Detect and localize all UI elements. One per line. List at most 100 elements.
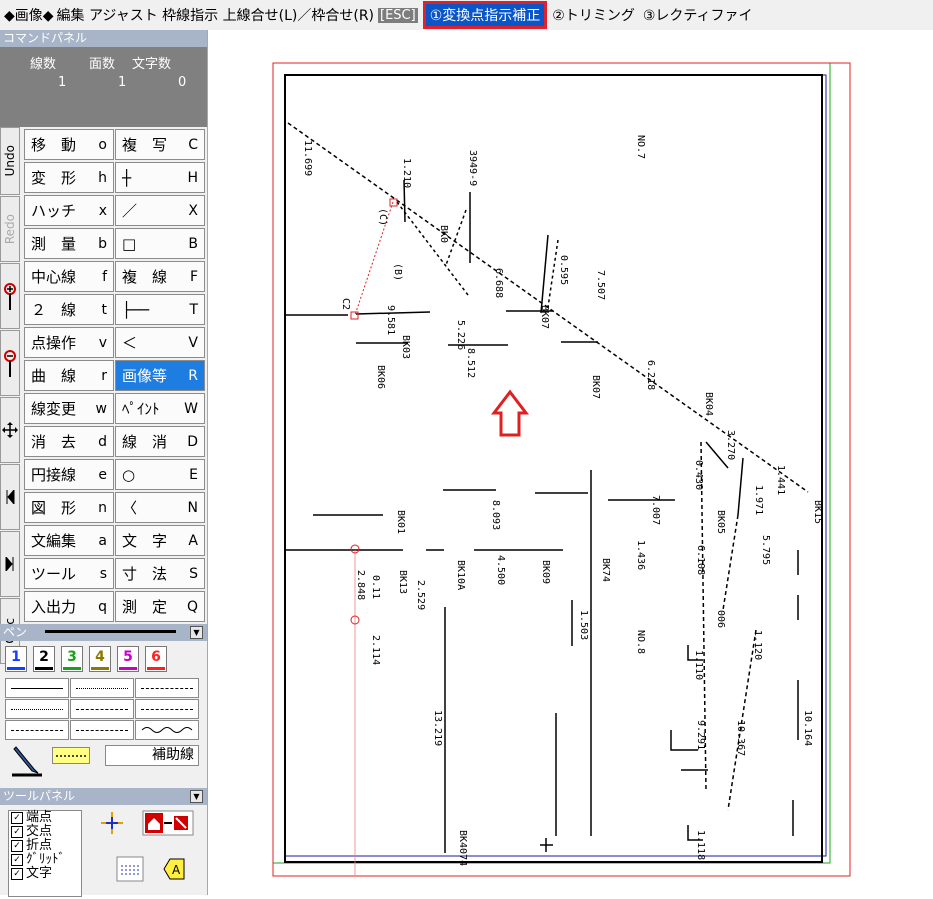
command-button[interactable]: 図 形n: [24, 492, 114, 523]
step-transform-point-correction[interactable]: ①変換点指示補正: [422, 1, 548, 29]
command-button[interactable]: 中心線 f: [24, 261, 114, 292]
pen-color-button[interactable]: 1: [5, 646, 27, 672]
command-button[interactable]: 複 写C: [115, 129, 205, 160]
command-button[interactable]: ハッチ x: [24, 195, 114, 226]
escape-button[interactable]: [ESC]: [378, 7, 418, 23]
command-label: ﾍﾟｲﾝﾄ: [122, 400, 160, 418]
command-shortcut: N: [187, 499, 198, 516]
drawing-label: 2.848: [355, 570, 366, 600]
pen-dropdown-icon[interactable]: ▼: [190, 626, 203, 639]
drawing-label: 9.581: [385, 305, 396, 335]
pen-color-button[interactable]: 2: [33, 646, 55, 672]
auxiliary-line-style-button[interactable]: [52, 747, 90, 764]
command-button[interactable]: 消 去d: [24, 426, 114, 457]
grid-icon[interactable]: [116, 856, 144, 882]
drawing-label: C2: [340, 298, 351, 310]
line-type-solid[interactable]: [5, 678, 69, 698]
command-button[interactable]: □ B: [115, 228, 205, 259]
zoom-in-tab[interactable]: [0, 263, 20, 329]
drawing-label: NO.8: [635, 630, 646, 654]
line-type-chain[interactable]: [70, 699, 134, 719]
command-button[interactable]: ├── T: [115, 294, 205, 325]
command-button[interactable]: ツール s: [24, 558, 114, 589]
text-tag-icon[interactable]: A: [160, 856, 188, 882]
pen-section: ペン ▼ 1 2 3 4 5 6 補助線: [0, 624, 207, 777]
house-convert-icon[interactable]: [142, 810, 194, 836]
command-button[interactable]: 変 形h: [24, 162, 114, 193]
zoom-out-tab[interactable]: [0, 330, 20, 396]
prev-tab[interactable]: [0, 464, 20, 530]
drawing-label: 006: [715, 610, 726, 628]
drawing-label: 1.110: [693, 650, 704, 680]
zoom-in-icon: [4, 283, 16, 310]
auxiliary-line-button[interactable]: 補助線: [105, 745, 199, 766]
crosshair-icon[interactable]: [98, 810, 126, 836]
drawing-label: 0.595: [558, 255, 569, 285]
command-button[interactable]: 曲 線r: [24, 360, 114, 391]
pen-color-button[interactable]: 4: [89, 646, 111, 672]
snap-checkbox[interactable]: ✓ 交点: [9, 825, 81, 839]
drawing-label: 10.367: [735, 720, 746, 756]
line-type-long-chain[interactable]: [70, 720, 134, 740]
step-rectify[interactable]: ③レクティファイ: [643, 5, 753, 25]
drawing-label: 13.219: [432, 710, 443, 746]
drawing-label: 5.795: [760, 535, 771, 565]
command-button[interactable]: 線変更 w: [24, 393, 114, 424]
line-type-fine-dash[interactable]: [5, 699, 69, 719]
mode-instructions: 編集 アジャスト 枠線指示 上線合せ(L)／枠合せ(R): [56, 8, 375, 24]
drawing-label: BK05: [715, 510, 726, 534]
zoom-out-icon: [4, 350, 16, 377]
pan-tab[interactable]: [0, 397, 20, 463]
command-label: 曲 線: [31, 367, 77, 385]
left-panel: コマンドパネル 線数 面数 文字数 1 1 0 Undo Redo Calc 移…: [0, 30, 208, 897]
line-type-dotted[interactable]: [70, 678, 134, 698]
step-trimming[interactable]: ②トリミング: [552, 5, 635, 25]
command-button[interactable]: 点操作 v: [24, 327, 114, 358]
command-button[interactable]: ＜ V: [115, 327, 205, 358]
command-button[interactable]: ┼ H: [115, 162, 205, 193]
redo-tab[interactable]: Redo: [0, 196, 20, 262]
command-button[interactable]: 文 字A: [115, 525, 205, 556]
command-button[interactable]: 円接線 e: [24, 459, 114, 490]
side-tabs: Undo Redo Calc: [0, 127, 20, 665]
pen-color-button[interactable]: 5: [117, 646, 139, 672]
command-button[interactable]: 寸 法S: [115, 558, 205, 589]
drawing-label: BK0: [438, 225, 449, 243]
line-type-dashed[interactable]: [135, 678, 199, 698]
command-button[interactable]: ﾍﾟｲﾝﾄ W: [115, 393, 205, 424]
command-button[interactable]: 文編集 a: [24, 525, 114, 556]
command-label: ┼: [122, 168, 132, 187]
command-label: 中心線: [31, 268, 77, 286]
snap-checkbox[interactable]: ✓ 端点: [9, 811, 81, 825]
command-button[interactable]: 入出力 q: [24, 591, 114, 622]
command-button[interactable]: 画像等 R: [115, 360, 205, 391]
command-button[interactable]: ２ 線 t: [24, 294, 114, 325]
command-button[interactable]: 測 量b: [24, 228, 114, 259]
command-button[interactable]: 線 消D: [115, 426, 205, 457]
command-button[interactable]: 〈 N: [115, 492, 205, 523]
command-button[interactable]: ／ X: [115, 195, 205, 226]
line-type-dash-dot[interactable]: [5, 720, 69, 740]
drawing-label: 1.441: [775, 465, 786, 495]
tool-panel-dropdown-icon[interactable]: ▼: [190, 790, 203, 803]
drawing-canvas[interactable]: 11.699 1.210 3949-9 NO.7 (B) (C) C2 BK0 6.688 0.5…: [208, 30, 933, 895]
snap-checkbox[interactable]: ✓ ｸﾞﾘｯﾄﾞ: [9, 853, 81, 867]
snap-checkbox[interactable]: ✓ 文字: [9, 867, 81, 881]
command-shortcut: q: [98, 598, 107, 615]
line-type-long-dash[interactable]: [135, 699, 199, 719]
command-label: ＜: [122, 334, 138, 352]
snap-checkbox[interactable]: ✓ 折点: [9, 839, 81, 853]
next-tab[interactable]: [0, 531, 20, 597]
command-button[interactable]: 測 定Q: [115, 591, 205, 622]
line-type-wave[interactable]: [135, 720, 199, 740]
pencil-icon[interactable]: [12, 743, 42, 777]
pen-color-button[interactable]: 3: [61, 646, 83, 672]
drawing-label: 1.503: [578, 610, 589, 640]
command-button[interactable]: 複 線F: [115, 261, 205, 292]
drawing-label: NO.7: [635, 135, 646, 159]
undo-tab[interactable]: Undo: [0, 127, 20, 195]
current-pen-line[interactable]: [45, 630, 176, 633]
pen-color-button[interactable]: 6: [145, 646, 167, 672]
command-button[interactable]: 移 動o: [24, 129, 114, 160]
command-button[interactable]: ○ E: [115, 459, 205, 490]
